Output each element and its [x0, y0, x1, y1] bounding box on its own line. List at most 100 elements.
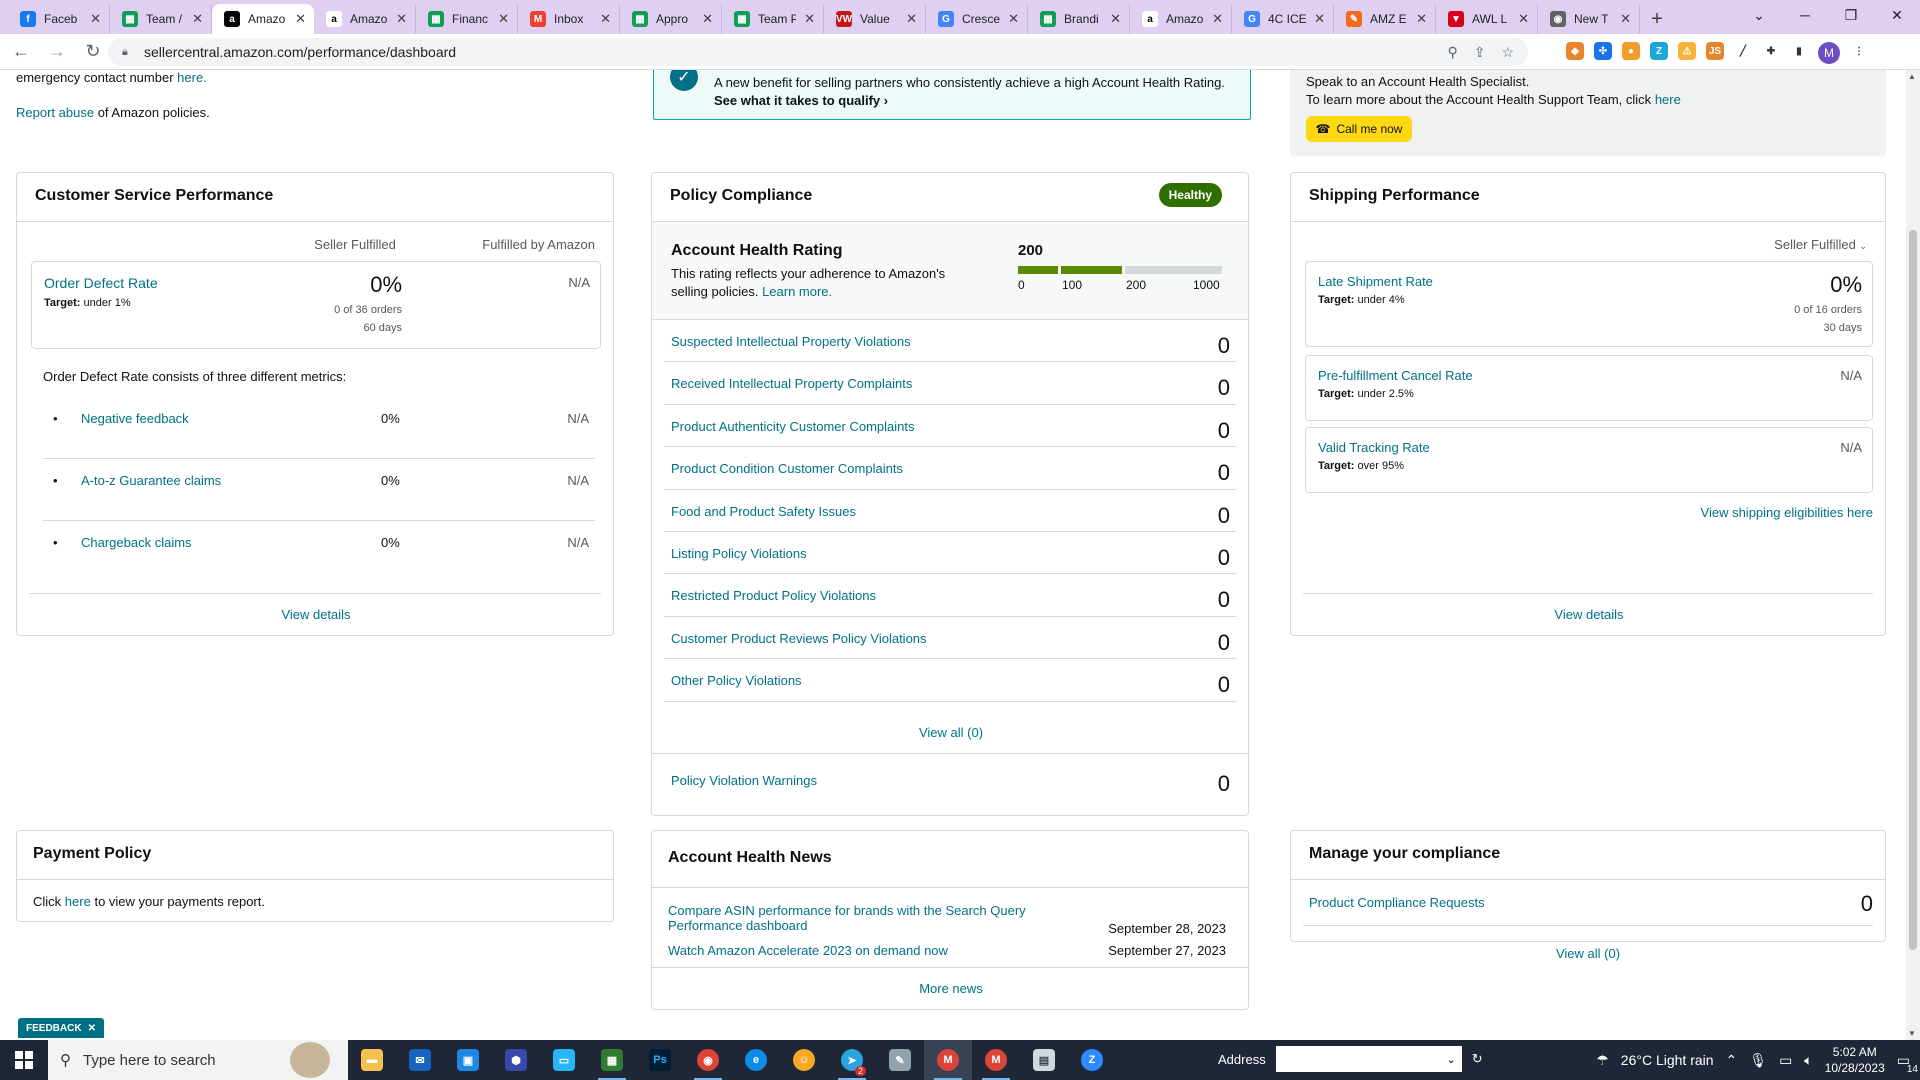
taskbar-photoshop[interactable]: Ps: [636, 1040, 684, 1080]
product-compliance-requests-link[interactable]: Product Compliance Requests: [1309, 895, 1485, 910]
extension-5-icon[interactable]: ⚠: [1678, 42, 1696, 60]
close-tab-icon[interactable]: ✕: [702, 11, 713, 27]
notifications-icon[interactable]: ▭ 14: [1897, 1052, 1918, 1075]
taskbar-mail[interactable]: ✉: [396, 1040, 444, 1080]
odr-metric-link[interactable]: A-to-z Guarantee claims: [81, 473, 221, 488]
browser-tab[interactable]: a Amazo ✕: [1130, 4, 1232, 34]
browser-tab[interactable]: a Amazo ✕: [212, 4, 314, 34]
weather-text[interactable]: 26°C Light rain: [1621, 1052, 1714, 1068]
policy-item-link[interactable]: Product Authenticity Customer Complaints: [671, 419, 915, 434]
csp-view-details-link[interactable]: View details: [17, 607, 615, 622]
report-abuse-link[interactable]: Report abuse: [16, 105, 94, 120]
close-tab-icon[interactable]: ✕: [1008, 11, 1019, 27]
policy-item-link[interactable]: Customer Product Reviews Policy Violatio…: [671, 631, 927, 646]
close-tab-icon[interactable]: ✕: [1314, 11, 1325, 27]
order-defect-rate-link[interactable]: Order Defect Rate: [44, 275, 158, 291]
browser-tab[interactable]: G 4C ICE ✕: [1232, 4, 1334, 34]
taskbar-chrome[interactable]: ◉: [684, 1040, 732, 1080]
late-shipment-rate-link[interactable]: Late Shipment Rate: [1318, 274, 1433, 289]
shipping-eligibilities-link[interactable]: View shipping eligibilities here: [1701, 505, 1873, 520]
taskbar-telegram[interactable]: ➤ 2: [828, 1040, 876, 1080]
volume-icon[interactable]: 🔈︎: [1804, 1052, 1812, 1069]
policy-view-all-link[interactable]: View all (0): [652, 725, 1250, 740]
policy-warnings-link[interactable]: Policy Violation Warnings: [671, 773, 817, 788]
minimize-button[interactable]: ─: [1782, 0, 1828, 30]
taskbar-app-5[interactable]: ▭: [540, 1040, 588, 1080]
address-bar[interactable]: 🔒︎ sellercentral.amazon.com/performance/…: [108, 38, 1528, 66]
taskbar-app-12[interactable]: ✎: [876, 1040, 924, 1080]
browser-tab[interactable]: ▦ Team P ✕: [722, 4, 824, 34]
policy-item-link[interactable]: Listing Policy Violations: [671, 546, 807, 561]
taskbar-app-15[interactable]: ▤: [1020, 1040, 1068, 1080]
tray-overflow-icon[interactable]: ⌃: [1726, 1052, 1738, 1069]
taskbar-chrome-profile-2[interactable]: M: [924, 1040, 972, 1080]
taskbar-zoom[interactable]: Z: [1068, 1040, 1116, 1080]
browser-tab[interactable]: VW Value ✕: [824, 4, 926, 34]
page-scrollbar[interactable]: ▲ ▼: [1906, 70, 1920, 1040]
policy-item-link[interactable]: Other Policy Violations: [671, 673, 802, 688]
browser-tab[interactable]: ▦ Team / ✕: [110, 4, 212, 34]
browser-tab[interactable]: ✎ AMZ E ✕: [1334, 4, 1436, 34]
extension-7-icon[interactable]: ╱: [1734, 42, 1752, 60]
odr-metric-link[interactable]: Negative feedback: [81, 411, 189, 426]
payments-report-here-link[interactable]: here: [65, 894, 91, 909]
scroll-up-arrow-icon[interactable]: ▲: [1908, 72, 1916, 81]
taskbar-app-10[interactable]: ☺: [780, 1040, 828, 1080]
close-tab-icon[interactable]: ✕: [192, 11, 203, 27]
forward-button[interactable]: →: [42, 37, 72, 67]
refresh-icon[interactable]: ↻: [1472, 1051, 1483, 1067]
taskbar-search-box[interactable]: ⚲ Type here to search: [48, 1040, 348, 1080]
taskbar-edge[interactable]: e: [732, 1040, 780, 1080]
browser-tab[interactable]: f Faceb ✕: [8, 4, 110, 34]
restore-button[interactable]: ❐: [1828, 0, 1874, 30]
new-tab-button[interactable]: +: [1640, 4, 1674, 34]
back-button[interactable]: ←: [6, 37, 36, 67]
taskbar-explorer[interactable]: ▬: [348, 1040, 396, 1080]
weather-icon[interactable]: ☂: [1596, 1052, 1609, 1069]
aht-here-link[interactable]: here: [1655, 92, 1681, 107]
policy-item-link[interactable]: Food and Product Safety Issues: [671, 504, 856, 519]
browser-tab[interactable]: ▦ Appro ✕: [620, 4, 722, 34]
ahr-learn-more-link[interactable]: Learn more.: [762, 284, 832, 299]
profile-avatar[interactable]: M: [1818, 42, 1840, 64]
browser-tab[interactable]: M Inbox ✕: [518, 4, 620, 34]
address-toolbar-input[interactable]: ⌄: [1275, 1046, 1462, 1072]
close-icon[interactable]: ✕: [88, 1023, 96, 1034]
bookmark-star-icon[interactable]: ☆: [1501, 44, 1514, 61]
policy-item-link[interactable]: Product Condition Customer Complaints: [671, 461, 903, 476]
taskbar-store[interactable]: ▣: [444, 1040, 492, 1080]
chevron-down-icon[interactable]: ⌄: [1446, 1053, 1455, 1066]
close-tab-icon[interactable]: ✕: [906, 11, 917, 27]
microphone-icon[interactable]: 🎙︎: [1749, 1052, 1767, 1069]
close-tab-icon[interactable]: ✕: [1212, 11, 1223, 27]
reload-button[interactable]: ↻: [78, 37, 108, 67]
close-tab-icon[interactable]: ✕: [804, 11, 815, 27]
odr-metric-link[interactable]: Chargeback claims: [81, 535, 192, 550]
shipping-view-details-link[interactable]: View details: [1291, 607, 1887, 622]
scroll-down-arrow-icon[interactable]: ▼: [1908, 1029, 1916, 1038]
pre-fulfillment-cancel-rate-link[interactable]: Pre-fulfillment Cancel Rate: [1318, 368, 1473, 383]
extension-1-icon[interactable]: ◆: [1566, 42, 1584, 60]
taskbar-chrome-profile-3[interactable]: M: [972, 1040, 1020, 1080]
close-tab-icon[interactable]: ✕: [1110, 11, 1121, 27]
qualify-link[interactable]: See what it takes to qualify ›: [714, 93, 888, 108]
browser-tab[interactable]: ▦ Financ ✕: [416, 4, 518, 34]
news-item-link-2[interactable]: Watch Amazon Accelerate 2023 on demand n…: [668, 943, 948, 958]
close-tab-icon[interactable]: ✕: [1416, 11, 1427, 27]
scrollbar-thumb[interactable]: [1909, 230, 1917, 950]
taskbar-calculator[interactable]: ▦: [588, 1040, 636, 1080]
close-tab-icon[interactable]: ✕: [1518, 11, 1529, 27]
shipping-filter-dropdown[interactable]: Seller Fulfilled ⌄: [1774, 237, 1867, 252]
close-window-button[interactable]: ✕: [1874, 0, 1920, 30]
feedback-button[interactable]: FEEDBACK ✕: [18, 1018, 104, 1038]
zoom-icon[interactable]: ⚲: [1447, 44, 1457, 61]
extension-4-icon[interactable]: Z: [1650, 42, 1668, 60]
close-tab-icon[interactable]: ✕: [90, 11, 101, 27]
close-tab-icon[interactable]: ✕: [498, 11, 509, 27]
clock[interactable]: 5:02 AM 10/28/2023: [1825, 1044, 1885, 1076]
compliance-view-all-link[interactable]: View all (0): [1290, 946, 1886, 961]
share-icon[interactable]: ⇪: [1474, 44, 1486, 61]
browser-tab[interactable]: a Amazo ✕: [314, 4, 416, 34]
side-panel-icon[interactable]: ▮: [1790, 42, 1808, 60]
close-tab-icon[interactable]: ✕: [600, 11, 611, 27]
